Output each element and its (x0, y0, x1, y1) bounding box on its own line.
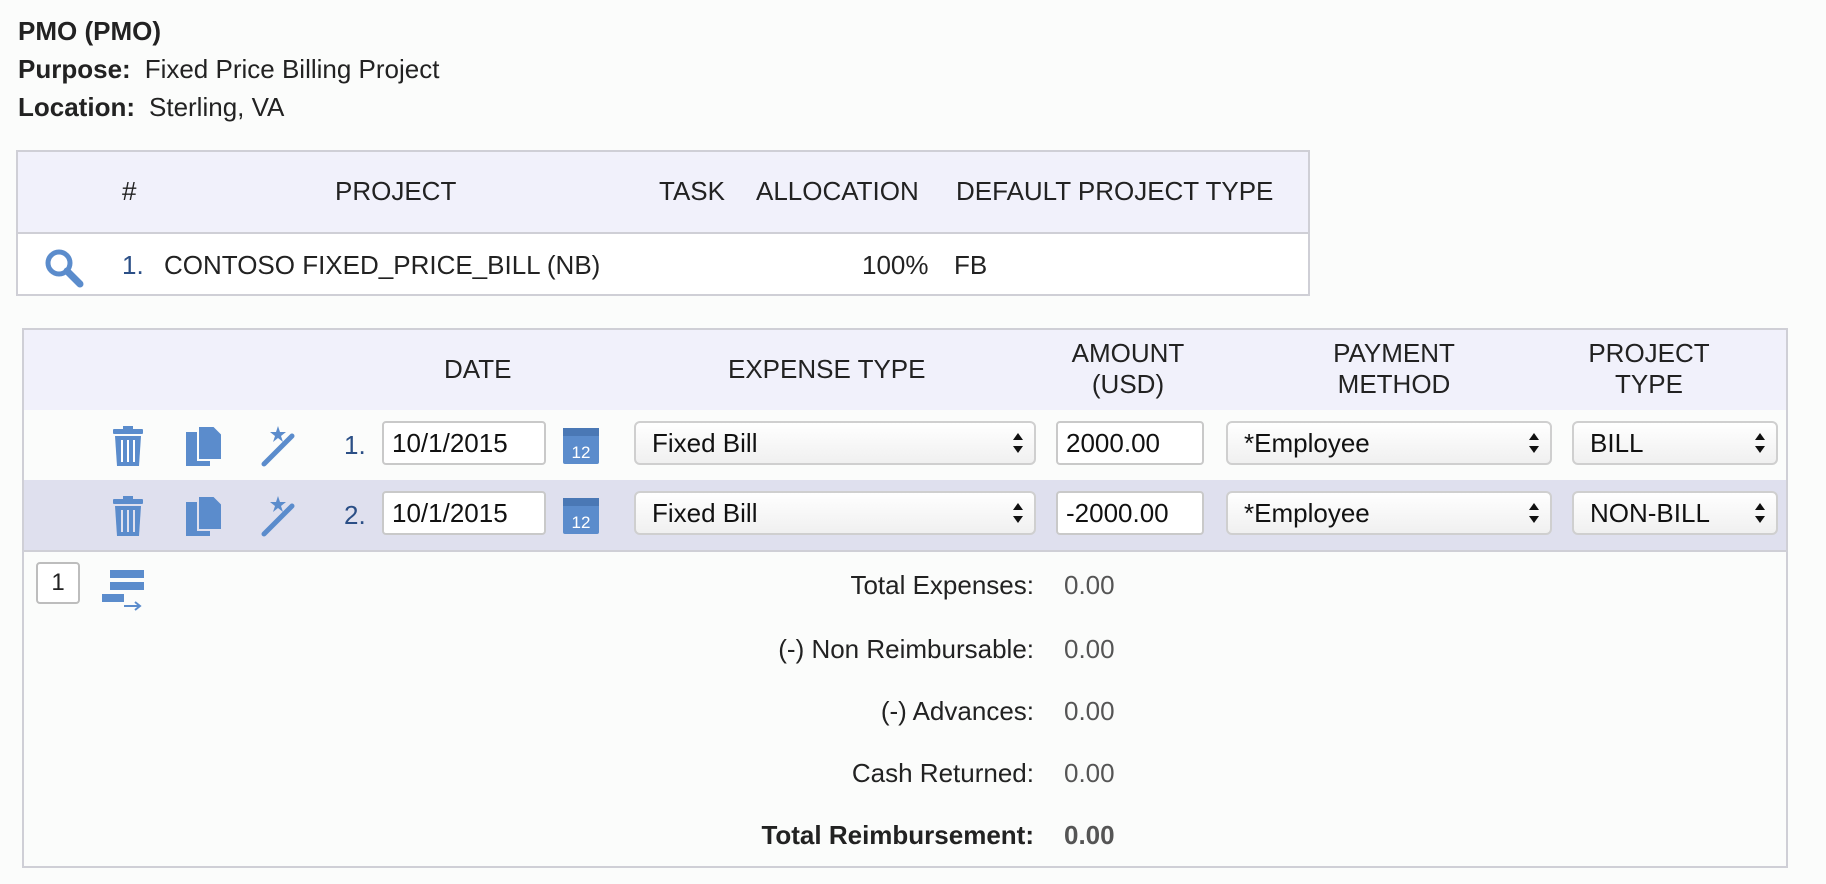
select-arrows-icon (1755, 503, 1765, 523)
select-arrows-icon (1013, 503, 1023, 523)
expense-type-value: Fixed Bill (652, 498, 758, 528)
expense-row-number: 1. (344, 430, 366, 460)
payment-method-value: *Employee (1244, 498, 1370, 528)
cash-returned-value: 0.00 (1064, 758, 1115, 788)
project-allocation-table: # PROJECT TASK ALLOCATION DEFAULT PROJEC… (16, 150, 1310, 296)
search-icon[interactable] (42, 246, 86, 290)
col-ptype-line2: TYPE (1615, 369, 1683, 399)
trash-icon[interactable] (106, 494, 150, 538)
calendar-icon[interactable]: 12 (561, 422, 605, 466)
project-type-value: NON-BILL (1590, 498, 1710, 528)
expense-header-row: DATE EXPENSE TYPE AMOUNT (USD) PAYMENT M… (24, 330, 1786, 412)
expense-type-value: Fixed Bill (652, 428, 758, 458)
magic-wand-icon[interactable] (258, 424, 302, 468)
col-amount-line1: AMOUNT (1071, 338, 1185, 368)
allocation-header-row: # PROJECT TASK ALLOCATION DEFAULT PROJEC… (18, 152, 1308, 234)
select-arrows-icon (1755, 433, 1765, 453)
allocation-default-type: FB (954, 250, 988, 280)
non-reimbursable-label: (-) Non Reimbursable: (778, 634, 1034, 664)
purpose-label: Purpose: (18, 54, 131, 84)
expense-row-number: 2. (344, 500, 366, 530)
calendar-icon[interactable]: 12 (561, 492, 605, 536)
purpose-value: Fixed Price Billing Project (144, 54, 440, 84)
svg-text:12: 12 (572, 443, 591, 462)
col-amount-line2: (USD) (1091, 369, 1165, 399)
col-number: # (122, 176, 137, 206)
project-type-select[interactable]: NON-BILL (1572, 491, 1778, 535)
svg-text:12: 12 (572, 513, 591, 532)
date-input[interactable]: 10/1/2015 (382, 421, 546, 465)
col-payment-method: PAYMENT METHOD (1304, 338, 1484, 400)
col-expense-type: EXPENSE TYPE (728, 354, 926, 384)
select-arrows-icon (1529, 433, 1539, 453)
col-payment-line2: METHOD (1337, 369, 1451, 399)
amount-input[interactable]: -2000.00 (1056, 491, 1204, 535)
page-number-input[interactable]: 1 (36, 562, 80, 604)
col-task: TASK (659, 176, 725, 206)
payment-method-select[interactable]: *Employee (1226, 491, 1552, 535)
payment-method-select[interactable]: *Employee (1226, 421, 1552, 465)
allocation-row-number: 1. (122, 250, 144, 280)
allocation-project: CONTOSO FIXED_PRICE_BILL (NB) (164, 250, 601, 280)
non-reimbursable-value: 0.00 (1064, 634, 1115, 664)
advances-label: (-) Advances: (880, 696, 1034, 726)
select-arrows-icon (1013, 433, 1023, 453)
expense-type-select[interactable]: Fixed Bill (634, 491, 1036, 535)
expense-type-select[interactable]: Fixed Bill (634, 421, 1036, 465)
col-project: PROJECT (335, 176, 457, 206)
allocation-percent: 100% (862, 250, 929, 280)
total-expenses-value: 0.00 (1064, 570, 1115, 600)
payment-method-value: *Employee (1244, 428, 1370, 458)
add-rows-icon[interactable] (102, 568, 146, 612)
total-reimbursement-value: 0.00 (1064, 820, 1115, 850)
advances-value: 0.00 (1064, 696, 1115, 726)
project-type-value: BILL (1590, 428, 1644, 458)
date-input[interactable]: 10/1/2015 (382, 491, 546, 535)
amount-input[interactable]: 2000.00 (1056, 421, 1204, 465)
report-title: PMO (PMO) (18, 16, 161, 46)
trash-icon[interactable] (106, 424, 150, 468)
col-project-type: PROJECT TYPE (1574, 338, 1724, 400)
magic-wand-icon[interactable] (258, 494, 302, 538)
col-payment-line1: PAYMENT (1333, 338, 1455, 368)
location-value: Sterling, VA (149, 92, 285, 122)
col-default-project-type: DEFAULT PROJECT TYPE (956, 176, 1274, 206)
expense-row: 1. 10/1/2015 12 Fixed Bill 2000.00 *Empl… (24, 410, 1786, 482)
location-label: Location: (18, 92, 135, 122)
copy-icon[interactable] (182, 494, 226, 538)
col-allocation: ALLOCATION (756, 176, 919, 206)
expense-grid: DATE EXPENSE TYPE AMOUNT (USD) PAYMENT M… (22, 328, 1788, 868)
select-arrows-icon (1529, 503, 1539, 523)
col-ptype-line1: PROJECT (1588, 338, 1710, 368)
col-amount: AMOUNT (USD) (1068, 338, 1188, 400)
total-expenses-label: Total Expenses: (850, 570, 1034, 600)
col-date: DATE (444, 354, 512, 384)
expense-row: 2. 10/1/2015 12 Fixed Bill -2000.00 *Emp… (24, 480, 1786, 552)
location-line: Location: Sterling, VA (18, 92, 284, 122)
total-reimbursement-label: Total Reimbursement: (761, 820, 1034, 850)
purpose-line: Purpose: Fixed Price Billing Project (18, 54, 439, 84)
copy-icon[interactable] (182, 424, 226, 468)
cash-returned-label: Cash Returned: (851, 758, 1034, 788)
project-type-select[interactable]: BILL (1572, 421, 1778, 465)
